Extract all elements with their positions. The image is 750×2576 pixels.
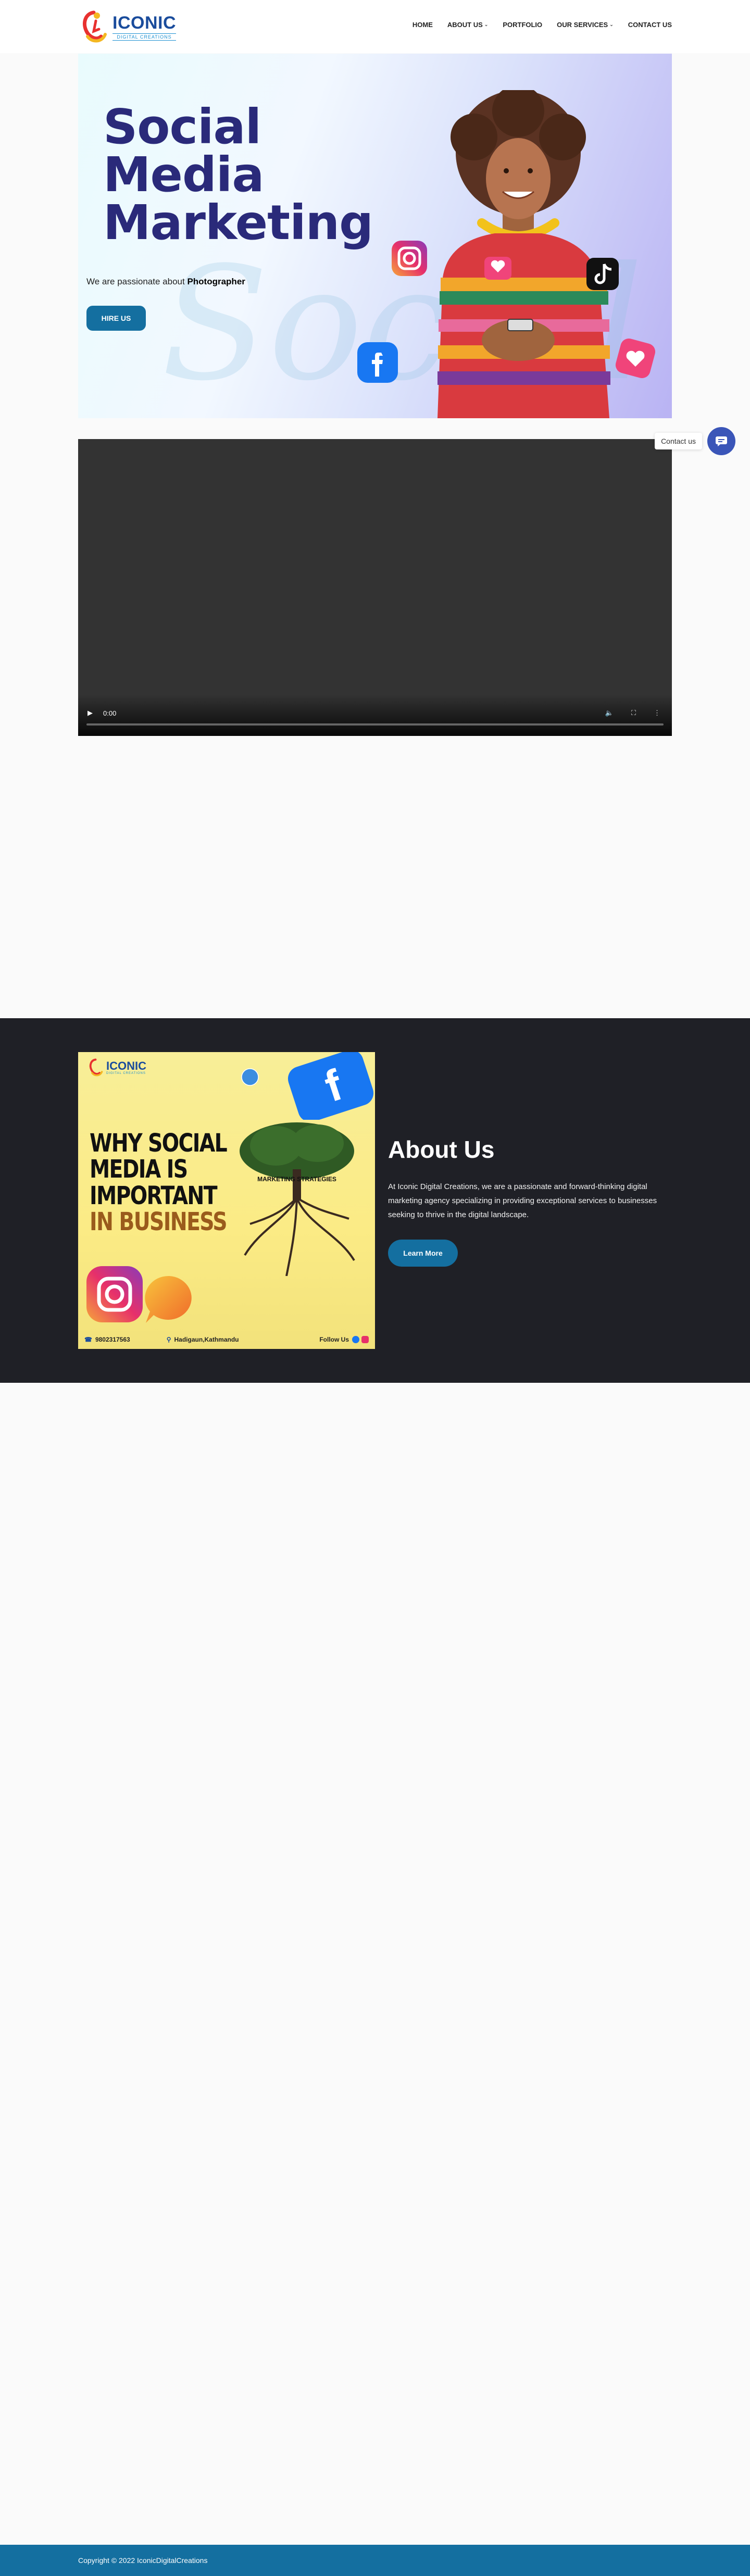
phone-icon: ☎ bbox=[84, 1336, 92, 1343]
nav-contact-us[interactable]: CONTACT US bbox=[628, 21, 672, 29]
about-image-location: Hadigaun,Kathmandu bbox=[174, 1336, 239, 1343]
nav-home-label: HOME bbox=[412, 21, 433, 29]
site-footer: Copyright © 2022 IconicDigitalCreations bbox=[0, 2545, 750, 2576]
logo-figure-icon bbox=[78, 8, 110, 46]
about-title: About Us bbox=[388, 1136, 495, 1163]
hero-title-line-3: Marketing bbox=[103, 195, 373, 251]
hero-subtitle-text: We are passionate about bbox=[86, 277, 188, 286]
about-image-logo-sub: DIGITAL CREATIONS bbox=[106, 1072, 146, 1075]
tiktok-icon bbox=[586, 258, 619, 290]
hire-us-button[interactable]: HIRE US bbox=[86, 306, 146, 331]
chat-icon bbox=[716, 436, 727, 446]
about-image-follow: Follow Us bbox=[319, 1336, 349, 1343]
headline-line-3: IMPORTANT bbox=[90, 1181, 218, 1210]
hero-title-line-1: Social bbox=[103, 99, 261, 155]
play-icon[interactable]: ▶ bbox=[88, 709, 93, 717]
hero-person-image bbox=[438, 90, 610, 418]
nav-about-us-label: ABOUT US bbox=[447, 21, 483, 29]
volume-icon[interactable]: 🔈 bbox=[605, 709, 614, 717]
about-image-phone: 9802317563 bbox=[95, 1336, 130, 1343]
video-progress-bar[interactable] bbox=[86, 723, 664, 726]
logo-text: ICONIC DIGITAL CREATIONS bbox=[113, 14, 176, 41]
nav-home[interactable]: HOME bbox=[413, 21, 433, 29]
instagram-icon bbox=[392, 241, 427, 276]
nav-about-us[interactable]: ABOUT US ⌄ bbox=[447, 21, 488, 29]
headline-line-2: MEDIA IS bbox=[90, 1155, 188, 1184]
more-options-icon[interactable]: ⋮ bbox=[654, 709, 660, 717]
facebook-icon bbox=[357, 342, 398, 383]
about-section: ICONIC DIGITAL CREATIONS f WHY SOCIAL ME… bbox=[0, 1018, 750, 1383]
hero-subtitle: We are passionate about Photographer bbox=[86, 277, 245, 287]
hero-subtitle-highlight: Photographer bbox=[187, 277, 245, 286]
nav-portfolio-label: PORTFOLIO bbox=[503, 21, 543, 29]
instagram-icon bbox=[361, 1336, 369, 1343]
nav-our-services[interactable]: OUR SERVICES ⌄ bbox=[557, 21, 614, 29]
about-image-headline: WHY SOCIAL MEDIA IS IMPORTANT IN BUSINES… bbox=[90, 1129, 228, 1237]
marketing-tree-image: MARKETING STRATEGIES bbox=[240, 1122, 355, 1276]
main-nav: HOME ABOUT US ⌄ PORTFOLIO OUR SERVICES ⌄ C… bbox=[413, 21, 672, 29]
chevron-down-icon: ⌄ bbox=[484, 22, 489, 27]
about-image: ICONIC DIGITAL CREATIONS f WHY SOCIAL ME… bbox=[78, 1052, 375, 1349]
video-controls: ▶ 0:00 🔈 ⛶ ⋮ bbox=[78, 694, 672, 736]
nav-portfolio[interactable]: PORTFOLIO bbox=[503, 21, 542, 29]
location-icon: ⚲ bbox=[166, 1336, 171, 1343]
hero-banner: Social Social Media Marketing We are pas… bbox=[78, 54, 672, 418]
instagram-icon bbox=[86, 1266, 143, 1322]
about-image-logo: ICONIC DIGITAL CREATIONS bbox=[86, 1057, 146, 1078]
copyright-text: Copyright © 2022 IconicDigitalCreations bbox=[78, 2556, 208, 2565]
logo-subtitle: DIGITAL CREATIONS bbox=[113, 33, 176, 41]
headline-line-1: WHY SOCIAL bbox=[90, 1129, 228, 1158]
headline-line-4: IN BUSINESS bbox=[90, 1207, 228, 1237]
globe-icon bbox=[241, 1068, 259, 1086]
hero-title: Social Media Marketing bbox=[103, 103, 373, 247]
about-image-logo-name: ICONIC bbox=[106, 1059, 146, 1072]
nav-our-services-label: OUR SERVICES bbox=[557, 21, 608, 29]
about-image-footer: ☎ 9802317563 ⚲ Hadigaun,Kathmandu Follow… bbox=[78, 1330, 375, 1349]
contact-us-label[interactable]: Contact us bbox=[655, 433, 702, 449]
tree-label: MARKETING STRATEGIES bbox=[257, 1176, 336, 1183]
hero-title-line-2: Media bbox=[103, 147, 264, 203]
video-right-controls: 🔈 ⛶ ⋮ bbox=[605, 709, 660, 717]
site-logo[interactable]: ICONIC DIGITAL CREATIONS bbox=[78, 6, 188, 48]
about-description: At Iconic Digital Creations, we are a pa… bbox=[388, 1182, 657, 1219]
facebook-icon: f bbox=[288, 1052, 374, 1120]
fullscreen-icon[interactable]: ⛶ bbox=[631, 709, 636, 717]
site-header: ICONIC DIGITAL CREATIONS HOME ABOUT US ⌄ … bbox=[0, 0, 750, 53]
video-time: 0:00 bbox=[103, 709, 117, 717]
learn-more-button[interactable]: Learn More bbox=[388, 1240, 458, 1267]
logo-name: ICONIC bbox=[113, 12, 176, 33]
contact-us-widget[interactable]: Contact us bbox=[655, 427, 735, 455]
chevron-down-icon: ⌄ bbox=[609, 22, 614, 27]
contact-chat-button[interactable] bbox=[707, 427, 735, 455]
speech-bubble-icon bbox=[145, 1276, 192, 1323]
facebook-icon bbox=[352, 1336, 359, 1343]
logo-figure-icon bbox=[89, 1058, 103, 1077]
nav-contact-us-label: CONTACT US bbox=[628, 21, 672, 29]
video-player[interactable]: ▶ 0:00 🔈 ⛶ ⋮ bbox=[78, 439, 672, 736]
heart-bubble-icon bbox=[615, 338, 656, 379]
